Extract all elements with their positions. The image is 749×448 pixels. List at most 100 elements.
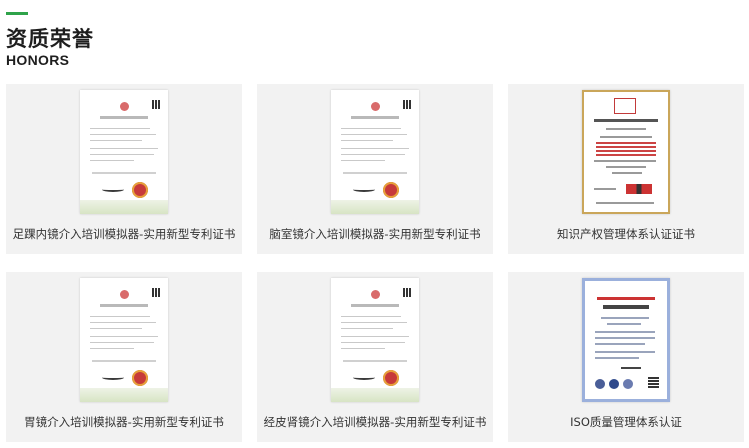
signature-mark bbox=[621, 367, 641, 369]
signature-mark bbox=[353, 187, 375, 192]
signature-mark bbox=[102, 187, 124, 192]
honor-card[interactable]: 脑室镜介入培训模拟器-实用新型专利证书 bbox=[257, 84, 493, 254]
honor-card[interactable]: ISO质量管理体系认证 bbox=[508, 272, 744, 442]
certificate-emblem-icon bbox=[371, 102, 380, 111]
text-line bbox=[90, 316, 150, 317]
text-line bbox=[596, 202, 654, 204]
section-subtitle: HONORS bbox=[6, 52, 70, 68]
text-line bbox=[595, 357, 639, 359]
certificate-heading bbox=[351, 304, 399, 307]
certificate-heading bbox=[351, 116, 399, 119]
honor-caption: 知识产权管理体系认证证书 bbox=[557, 227, 695, 241]
text-line bbox=[90, 342, 154, 343]
text-line bbox=[606, 166, 646, 168]
text-line bbox=[90, 140, 142, 141]
patent-certificate-image[interactable] bbox=[80, 90, 168, 214]
accreditation-badge-icon bbox=[623, 379, 633, 389]
honor-caption: 脑室镜介入培训模拟器-实用新型专利证书 bbox=[269, 227, 481, 241]
text-line bbox=[341, 128, 401, 129]
certificate-emblem-icon bbox=[120, 290, 129, 299]
text-line bbox=[90, 336, 158, 337]
text-line bbox=[92, 172, 156, 174]
official-seal-icon bbox=[132, 370, 148, 386]
certificate-heading bbox=[100, 116, 148, 119]
text-line bbox=[600, 136, 652, 138]
honor-caption: ISO质量管理体系认证 bbox=[570, 415, 682, 429]
text-line bbox=[606, 128, 646, 130]
text-line bbox=[596, 150, 656, 152]
ip-management-certificate-image[interactable] bbox=[582, 90, 670, 214]
text-line bbox=[90, 160, 134, 161]
certificate-footer bbox=[80, 388, 168, 402]
text-line bbox=[341, 134, 407, 135]
text-line bbox=[341, 348, 385, 349]
text-line bbox=[341, 336, 409, 337]
text-line bbox=[90, 322, 156, 323]
official-seal-icon bbox=[383, 370, 399, 386]
honor-card[interactable]: 经皮肾镜介入培训模拟器-实用新型专利证书 bbox=[257, 272, 493, 442]
text-line bbox=[341, 154, 405, 155]
honor-card[interactable]: 知识产权管理体系认证证书 bbox=[508, 84, 744, 254]
qr-code-icon bbox=[403, 288, 412, 297]
signature-mark bbox=[594, 188, 616, 190]
official-seal-icon bbox=[383, 182, 399, 198]
text-line bbox=[596, 146, 656, 148]
text-line bbox=[90, 128, 150, 129]
text-line bbox=[594, 160, 656, 162]
certificate-heading bbox=[594, 119, 658, 122]
text-line bbox=[341, 328, 393, 329]
certificate-heading bbox=[603, 305, 649, 309]
text-line bbox=[90, 154, 154, 155]
text-line bbox=[595, 351, 655, 353]
honor-caption: 足踝内镜介入培训模拟器-实用新型专利证书 bbox=[12, 227, 236, 241]
text-line bbox=[596, 142, 656, 144]
text-line bbox=[341, 322, 407, 323]
title-accent-bar bbox=[6, 12, 28, 15]
qr-code-icon bbox=[648, 377, 659, 388]
iso-certificate-image[interactable] bbox=[582, 278, 670, 402]
certificate-emblem-icon bbox=[120, 102, 129, 111]
text-line bbox=[90, 328, 142, 329]
text-line bbox=[341, 316, 401, 317]
official-seal-icon bbox=[132, 182, 148, 198]
text-line bbox=[595, 331, 655, 333]
certificate-footer bbox=[331, 200, 419, 214]
text-line bbox=[90, 148, 158, 149]
honor-card[interactable]: 足踝内镜介入培训模拟器-实用新型专利证书 bbox=[6, 84, 242, 254]
text-line bbox=[92, 360, 156, 362]
text-line bbox=[90, 348, 134, 349]
signature-mark bbox=[102, 375, 124, 380]
patent-certificate-image[interactable] bbox=[331, 90, 419, 214]
text-line bbox=[90, 134, 156, 135]
text-line bbox=[595, 337, 655, 339]
text-line bbox=[341, 148, 409, 149]
certificate-footer bbox=[331, 388, 419, 402]
signature-mark bbox=[353, 375, 375, 380]
section-title: 资质荣誉 bbox=[6, 27, 94, 51]
honor-card[interactable]: 胃镜介入培训模拟器-实用新型专利证书 bbox=[6, 272, 242, 442]
honor-caption: 经皮肾镜介入培训模拟器-实用新型专利证书 bbox=[263, 415, 487, 429]
text-line bbox=[343, 360, 407, 362]
accreditation-logos-icon bbox=[626, 184, 652, 194]
qr-code-icon bbox=[152, 100, 161, 109]
certificate-footer bbox=[80, 200, 168, 214]
patent-certificate-image[interactable] bbox=[331, 278, 419, 402]
qr-code-icon bbox=[403, 100, 412, 109]
text-line bbox=[596, 154, 656, 156]
text-line bbox=[595, 343, 645, 345]
text-line bbox=[343, 172, 407, 174]
certificate-heading bbox=[597, 297, 655, 300]
text-line bbox=[607, 323, 641, 325]
patent-certificate-image[interactable] bbox=[80, 278, 168, 402]
text-line bbox=[612, 172, 642, 174]
text-line bbox=[341, 160, 385, 161]
qr-code-icon bbox=[152, 288, 161, 297]
text-line bbox=[341, 140, 393, 141]
honor-caption: 胃镜介入培训模拟器-实用新型专利证书 bbox=[24, 415, 224, 429]
text-line bbox=[601, 317, 649, 319]
certificate-heading bbox=[100, 304, 148, 307]
accreditation-badge-icon bbox=[595, 379, 605, 389]
certification-mark-icon bbox=[614, 98, 636, 114]
accreditation-badge-icon bbox=[609, 379, 619, 389]
text-line bbox=[341, 342, 405, 343]
